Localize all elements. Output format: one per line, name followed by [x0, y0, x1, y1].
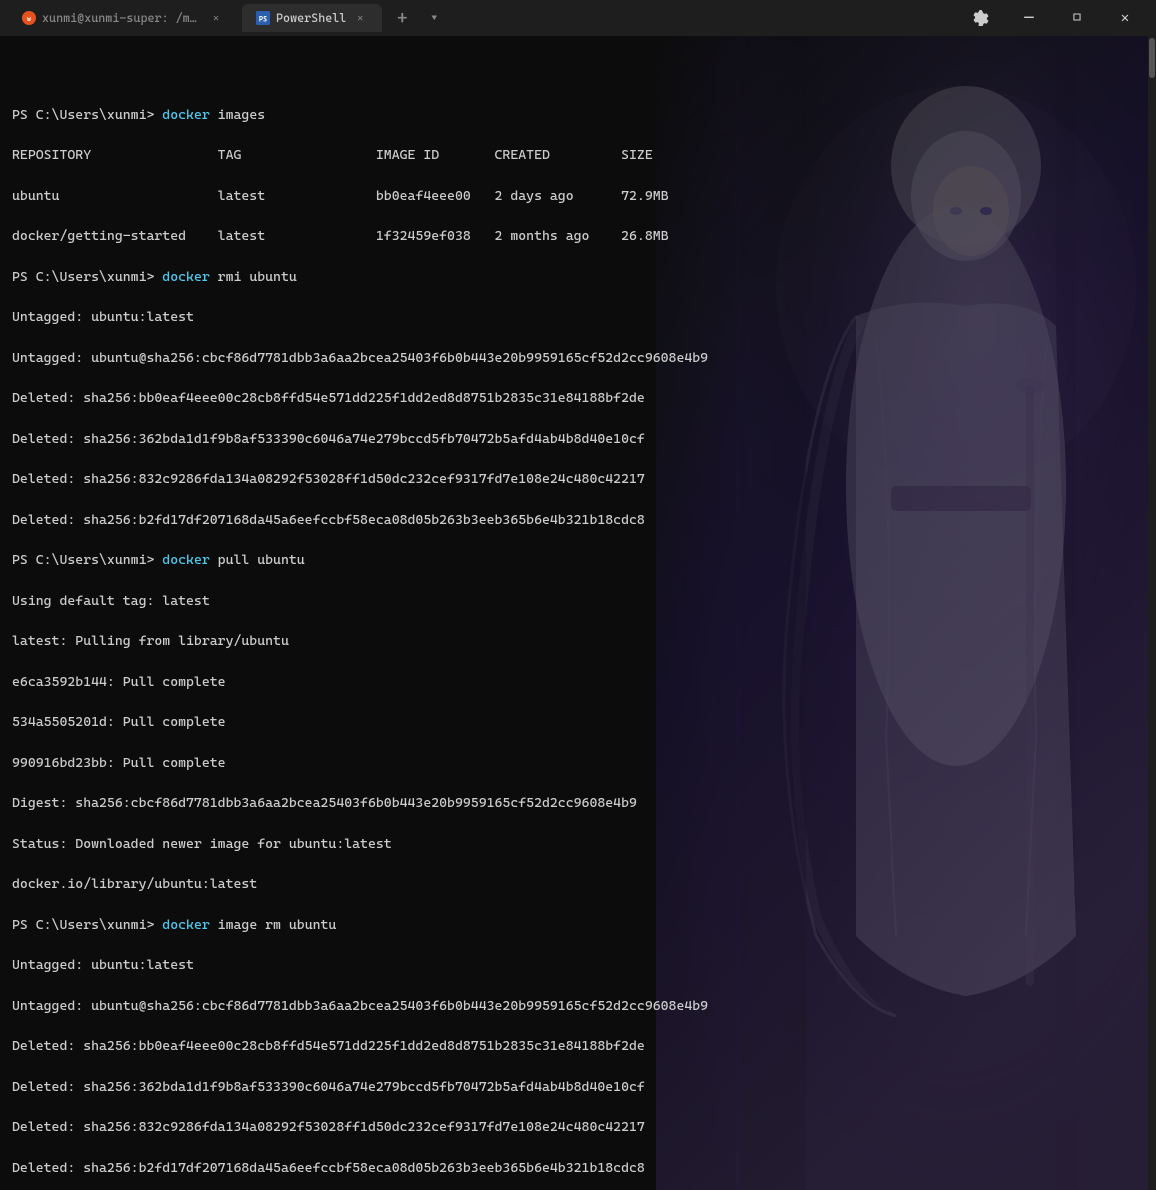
title-bar: W xunmi@xunmi-super: /mnt/c/Users/xunmi … [0, 0, 1156, 36]
ps-icon: PS [256, 11, 270, 25]
cmd-docker: docker [162, 917, 209, 933]
line-10: Deleted: sha256:832c9286fda134a08292f530… [12, 469, 1144, 489]
line-19: Status: Downloaded newer image for ubunt… [12, 834, 1144, 854]
cmd-docker: docker [162, 552, 209, 568]
cmd-args: image rm ubuntu [210, 917, 337, 933]
line-9: Deleted: sha256:362bda1d1f9b8af533390c60… [12, 429, 1144, 449]
line-12: PS C:\Users\xunmi> docker pull ubuntu [12, 550, 1144, 570]
prompt: PS C:\Users\xunmi> [12, 917, 162, 933]
prompt: PS C:\Users\xunmi> [12, 269, 162, 285]
close-button[interactable]: ✕ [1102, 2, 1148, 34]
ps-tab-label: PowerShell [276, 11, 346, 25]
line-21: PS C:\Users\xunmi> docker image rm ubunt… [12, 915, 1144, 935]
line-15: e6ca3592b144: Pull complete [12, 672, 1144, 692]
add-tab-button[interactable]: + [386, 2, 418, 34]
window-controls: ─ □ ✕ [958, 2, 1148, 34]
cmd-docker: docker [162, 107, 209, 123]
line-18: Digest: sha256:cbcf86d7781dbb3a6aa2bcea2… [12, 793, 1144, 813]
prompt: PS C:\Users\xunmi> [12, 107, 162, 123]
wsl-tab-close[interactable]: ✕ [208, 10, 224, 26]
line-27: Deleted: sha256:b2fd17df207168da45a6eefc… [12, 1158, 1144, 1178]
prompt: PS C:\Users\xunmi> [12, 552, 162, 568]
terminal-area[interactable]: PS C:\Users\xunmi> docker images REPOSIT… [0, 36, 1156, 1190]
cmd-docker: docker [162, 269, 209, 285]
line-7: Untagged: ubuntu@sha256:cbcf86d7781dbb3a… [12, 348, 1144, 368]
line-14: latest: Pulling from library/ubuntu [12, 631, 1144, 651]
line-25: Deleted: sha256:362bda1d1f9b8af533390c60… [12, 1077, 1144, 1097]
line-5: PS C:\Users\xunmi> docker rmi ubuntu [12, 267, 1144, 287]
line-8: Deleted: sha256:bb0eaf4eee00c28cb8ffd54e… [12, 388, 1144, 408]
svg-text:W: W [27, 16, 31, 23]
settings-button[interactable] [958, 2, 1004, 34]
minimize-button[interactable]: ─ [1006, 2, 1052, 34]
maximize-button[interactable]: □ [1054, 2, 1100, 34]
line-6: Untagged: ubuntu:latest [12, 307, 1144, 327]
line-1: PS C:\Users\xunmi> docker images [12, 105, 1144, 125]
wsl-icon: W [22, 11, 36, 25]
app-window: W xunmi@xunmi-super: /mnt/c/Users/xunmi … [0, 0, 1156, 1190]
line-17: 990916bd23bb: Pull complete [12, 753, 1144, 773]
cmd-args: rmi ubuntu [210, 269, 297, 285]
line-4: docker/getting-started latest 1f32459ef0… [12, 226, 1144, 246]
line-22: Untagged: ubuntu:latest [12, 955, 1144, 975]
tab-strip: W xunmi@xunmi-super: /mnt/c/Users/xunmi … [8, 2, 954, 34]
line-16: 534a5505201d: Pull complete [12, 712, 1144, 732]
line-26: Deleted: sha256:832c9286fda134a08292f530… [12, 1117, 1144, 1137]
line-20: docker.io/library/ubuntu:latest [12, 874, 1144, 894]
line-3: ubuntu latest bb0eaf4eee00 2 days ago 72… [12, 186, 1144, 206]
wsl-tab[interactable]: W xunmi@xunmi-super: /mnt/c/Users/xunmi … [8, 4, 238, 32]
cmd-args: pull ubuntu [210, 552, 305, 568]
line-13: Using default tag: latest [12, 591, 1144, 611]
cmd-args: images [210, 107, 265, 123]
svg-text:PS: PS [259, 16, 267, 24]
tab-dropdown-button[interactable]: ▾ [422, 6, 446, 30]
terminal-output: PS C:\Users\xunmi> docker images REPOSIT… [0, 36, 1156, 1190]
ps-tab-close[interactable]: ✕ [352, 10, 368, 26]
line-23: Untagged: ubuntu@sha256:cbcf86d7781dbb3a… [12, 996, 1144, 1016]
ps-tab[interactable]: PS PowerShell ✕ [242, 4, 382, 32]
line-2: REPOSITORY TAG IMAGE ID CREATED SIZE [12, 145, 1144, 165]
wsl-tab-label: xunmi@xunmi-super: /mnt/c/Users/xunmi [42, 11, 202, 25]
line-24: Deleted: sha256:bb0eaf4eee00c28cb8ffd54e… [12, 1036, 1144, 1056]
line-11: Deleted: sha256:b2fd17df207168da45a6eefc… [12, 510, 1144, 530]
